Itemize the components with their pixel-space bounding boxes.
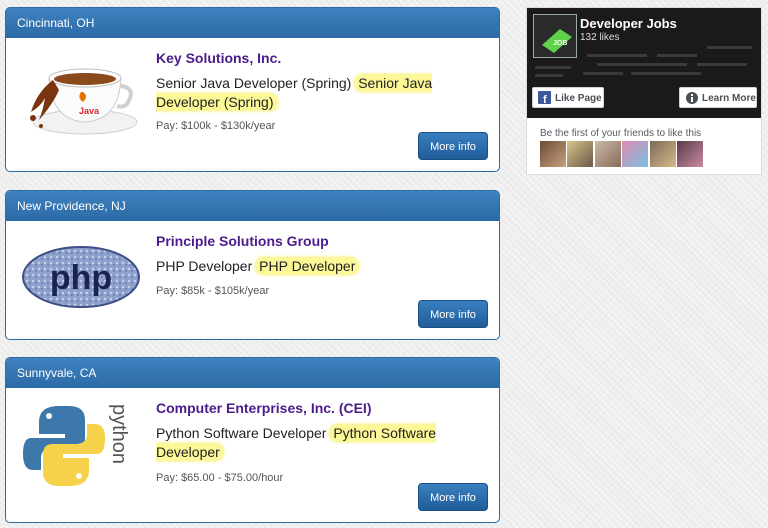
job-title-text: PHP Developer — [156, 258, 253, 274]
friend-avatar[interactable] — [567, 141, 593, 167]
page-avatar[interactable]: JOB — [533, 14, 577, 58]
job-pay: Pay: $85k - $105k/year — [156, 285, 270, 297]
job-card: Cincinnati, OH Java Key Solutions, Inc. … — [5, 7, 500, 172]
info-icon — [686, 92, 698, 104]
job-location: Sunnyvale, CA — [6, 358, 499, 388]
company-name: Key Solutions, Inc. — [156, 50, 282, 66]
friend-avatar[interactable] — [540, 141, 566, 167]
learn-more-label: Learn More — [702, 93, 756, 104]
php-logo-text: php — [50, 259, 112, 297]
facebook-icon: f — [538, 91, 551, 104]
python-logo-text: python — [108, 404, 130, 464]
friend-avatar[interactable] — [622, 141, 648, 167]
friend-avatar[interactable] — [595, 141, 621, 167]
friends-like-text: Be the first of your friends to like thi… — [540, 128, 702, 139]
job-title-text: Python Software Developer — [156, 425, 327, 441]
job-key-icon: JOB — [534, 15, 576, 57]
job-pay: Pay: $65.00 - $75.00/hour — [156, 472, 284, 484]
company-name: Computer Enterprises, Inc. (CEI) — [156, 400, 372, 416]
java-coffee-cup-icon: Java — [30, 68, 138, 135]
job-title-text: Senior Java Developer (Spring) — [156, 75, 352, 91]
php-logo-icon: php — [22, 246, 140, 308]
more-info-button[interactable]: More info — [418, 132, 488, 160]
avatar-key-text: JOB — [553, 40, 567, 47]
job-location: Cincinnati, OH — [6, 8, 499, 38]
job-pay: Pay: $100k - $130k/year — [156, 120, 276, 132]
company-name: Principle Solutions Group — [156, 233, 329, 249]
friend-avatar[interactable] — [650, 141, 676, 167]
facebook-like-button[interactable]: f Like Page — [532, 87, 604, 108]
job-location: New Providence, NJ — [6, 191, 499, 221]
facebook-page-widget: JOB Developer Jobs 132 likes f Like Page… — [526, 7, 762, 175]
svg-text:f: f — [543, 94, 547, 104]
more-info-button[interactable]: More info — [418, 483, 488, 511]
job-title-highlight: PHP Developer — [256, 258, 359, 274]
python-logo-icon: python — [23, 404, 130, 486]
like-button-label: Like Page — [555, 93, 602, 104]
job-title: Senior Java Developer (Spring) Senior Ja… — [156, 74, 466, 112]
job-title: Python Software Developer Python Softwar… — [156, 424, 466, 462]
job-card: New Providence, NJ php Principle Solutio… — [5, 190, 500, 340]
facebook-like-count: 132 likes — [580, 32, 620, 43]
more-info-button[interactable]: More info — [418, 300, 488, 328]
job-title: PHP Developer PHP Developer — [156, 257, 466, 276]
java-logo-text: Java — [79, 106, 100, 116]
job-card: Sunnyvale, CA python Computer Enterprise… — [5, 357, 500, 523]
friend-avatar[interactable] — [677, 141, 703, 167]
facebook-learn-more-button[interactable]: Learn More — [679, 87, 757, 108]
facebook-page-name[interactable]: Developer Jobs — [580, 16, 677, 31]
